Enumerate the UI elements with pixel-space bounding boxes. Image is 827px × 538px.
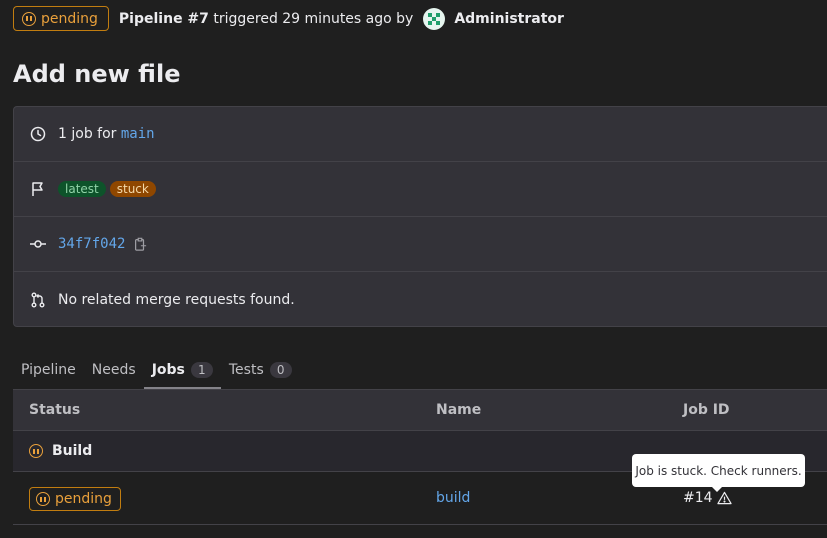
pipeline-header: pending Pipeline #7 triggered 29 minutes… — [13, 6, 564, 31]
latest-badge: latest — [58, 181, 106, 197]
jobs-summary: 1 job for main — [58, 126, 155, 142]
pipeline-status-badge[interactable]: pending — [13, 6, 109, 31]
warning-icon[interactable] — [716, 491, 732, 505]
pause-icon — [36, 492, 50, 506]
table-header: Status Name Job ID — [13, 390, 827, 431]
copy-icon[interactable] — [133, 237, 147, 251]
tab-needs[interactable]: Needs — [84, 350, 144, 389]
column-header-status: Status — [29, 402, 81, 418]
pipeline-info-card: 1 job for main latest stuck 34f7f042 No … — [13, 106, 827, 327]
commit-sha-link[interactable]: 34f7f042 — [58, 236, 125, 252]
avatar-identicon-icon — [428, 12, 441, 25]
pause-icon — [29, 444, 43, 458]
stuck-tooltip: Job is stuck. Check runners. — [632, 454, 805, 492]
job-status-label: pending — [55, 491, 112, 507]
trigger-info: triggered 29 minutes ago by — [213, 10, 414, 27]
avatar[interactable] — [423, 7, 446, 30]
page-title: Add new file — [13, 60, 181, 88]
pause-icon — [22, 11, 36, 26]
tab-pipeline[interactable]: Pipeline — [13, 350, 84, 389]
pipeline-tabs: Pipeline Needs Jobs 1 Tests 0 — [13, 350, 300, 389]
commit-row: 34f7f042 — [14, 217, 827, 272]
pipeline-id: Pipeline #7 — [118, 10, 209, 27]
jobs-summary-row: 1 job for main — [14, 107, 827, 162]
clock-icon — [30, 126, 46, 142]
tab-label: Needs — [91, 361, 136, 378]
merge-request-icon — [30, 292, 46, 308]
tab-label: Pipeline — [21, 361, 76, 378]
tab-count-badge: 0 — [269, 361, 292, 378]
tab-jobs[interactable]: Jobs 1 — [143, 350, 222, 389]
author-name[interactable]: Administrator — [454, 11, 564, 27]
jobs-count-text: 1 job for — [58, 126, 117, 142]
badges-row: latest stuck — [14, 162, 827, 217]
tab-count-badge: 1 — [190, 361, 213, 378]
merge-requests-row: No related merge requests found. — [14, 272, 827, 327]
job-status-badge[interactable]: pending — [29, 487, 121, 511]
job-id: #14 — [683, 490, 713, 506]
tab-tests[interactable]: Tests 0 — [221, 350, 300, 389]
pipeline-status-label: pending — [41, 10, 98, 27]
stuck-badge: stuck — [109, 181, 156, 197]
pipeline-trigger-text: Pipeline #7 triggered 29 minutes ago by — [119, 11, 413, 27]
tab-label: Jobs — [151, 361, 185, 378]
tab-label: Tests — [228, 361, 264, 378]
job-name-link[interactable]: build — [436, 490, 470, 506]
column-header-job-id: Job ID — [683, 402, 730, 418]
merge-requests-text: No related merge requests found. — [58, 291, 295, 308]
flag-icon — [30, 181, 46, 197]
commit-icon — [30, 236, 46, 252]
branch-link[interactable]: main — [121, 126, 155, 142]
column-header-name: Name — [436, 402, 482, 418]
stage-name: Build — [52, 443, 93, 459]
stage-label: Build — [29, 443, 92, 459]
job-id-cell: #14 — [683, 490, 732, 506]
